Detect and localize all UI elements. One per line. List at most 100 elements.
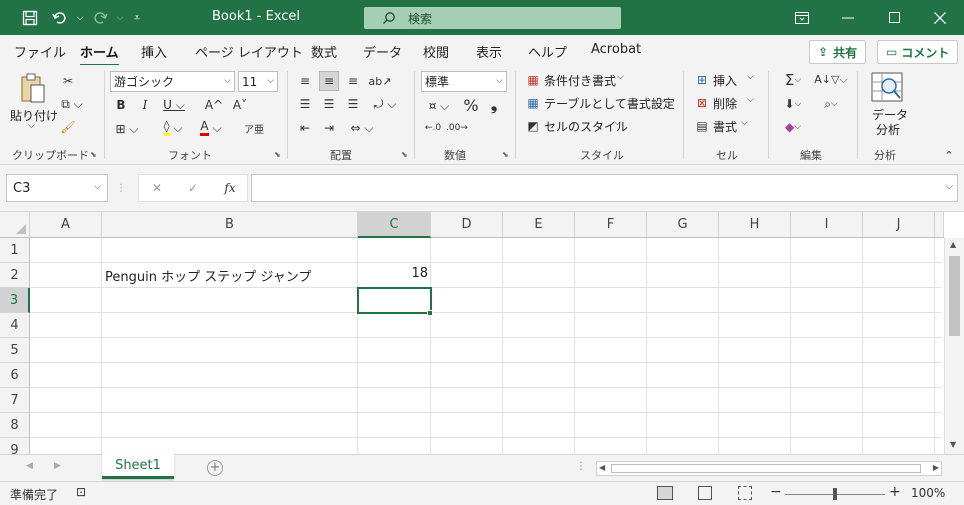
row-header-3[interactable]: 3 [0,288,30,313]
save-icon[interactable] [20,8,40,28]
alignment-launcher-icon[interactable]: ⬊ [401,150,408,159]
page-layout-view-icon[interactable] [698,486,712,500]
tab-data[interactable]: データ [363,42,402,61]
row-header-8[interactable]: 8 [0,413,30,438]
align-bottom-icon[interactable]: ≡ [344,72,362,90]
fill-handle[interactable] [427,310,433,316]
next-sheet-icon[interactable]: ▶ [54,461,61,471]
format-cells-icon[interactable]: ▤ [694,118,710,134]
chevron-down-icon[interactable]: ⌵ [660,95,667,105]
decrease-decimal-icon[interactable]: .00→ [446,119,468,137]
chevron-down-icon[interactable]: ⌵ [614,118,621,128]
formula-input[interactable]: ⌵ [251,174,958,202]
scroll-up-icon[interactable]: ▲ [950,240,956,249]
comments-button[interactable]: ▭ コメント [877,40,959,64]
bold-icon[interactable]: B [113,97,129,113]
row-header-1[interactable]: 1 [0,238,30,263]
zoom-level[interactable]: 100% [911,486,945,500]
name-box[interactable]: C3 ⌵ [6,174,108,202]
data-analysis-label-line2[interactable]: 分析 [876,121,900,138]
phonetic-guide-icon[interactable]: ア亜 [243,119,265,137]
data-analysis-icon[interactable] [870,71,904,103]
search-box[interactable]: 検索 [364,7,621,29]
row-header-7[interactable]: 7 [0,388,30,413]
minimize-icon[interactable] [825,0,871,35]
zoom-slider-thumb[interactable] [833,488,837,500]
normal-view-icon[interactable] [657,486,673,500]
sheet-tab-sheet1[interactable]: Sheet1 [102,454,174,479]
share-button[interactable]: ⇪ 共有 [809,40,867,64]
insert-cells-label[interactable]: 挿入 [713,72,737,89]
fill-icon[interactable]: ⬇ ⌵ [778,95,808,113]
tab-home[interactable]: ホーム [80,42,119,67]
cell-b2[interactable]: Penguin ホップ ステップ ジャンプ [105,266,311,285]
percent-style-icon[interactable]: % [461,95,481,115]
column-header-b[interactable]: B [102,212,358,238]
cut-icon[interactable]: ✂ [60,73,76,89]
align-middle-icon[interactable]: ≡ [319,71,339,91]
tab-review[interactable]: 校閲 [423,42,449,61]
tab-splitter-icon[interactable]: ⋮ [576,461,586,472]
tab-insert[interactable]: 挿入 [141,42,167,61]
conditional-formatting-icon[interactable]: ▦ [525,72,541,88]
undo-icon[interactable] [50,8,70,28]
chevron-down-icon[interactable]: ⌵ [617,72,624,82]
vertical-scroll-thumb[interactable] [949,256,960,336]
find-select-icon[interactable]: ⌕ ⌵ [815,95,847,113]
comma-style-icon[interactable]: ❟ [486,95,502,115]
clear-icon[interactable]: ◆ ⌵ [778,118,808,136]
merge-center-icon[interactable]: ⇔ ⌵ [344,119,380,137]
align-center-icon[interactable]: ☰ [320,95,338,113]
column-header-d[interactable]: D [431,212,503,238]
row-header-9[interactable]: 9 [0,438,30,454]
decrease-font-size-icon[interactable]: A˅ [231,97,249,113]
maximize-icon[interactable] [871,0,917,35]
row-header-6[interactable]: 6 [0,363,30,388]
insert-cells-icon[interactable]: ⊞ [694,72,710,88]
redo-icon[interactable] [90,8,110,28]
row-header-4[interactable]: 4 [0,313,30,338]
align-top-icon[interactable]: ≡ [296,72,314,90]
fill-color-icon[interactable]: ◊ ⌵ [157,119,189,137]
row-header-5[interactable]: 5 [0,338,30,363]
expand-formula-bar-icon[interactable]: ⌵ [945,181,953,192]
font-name-select[interactable]: 游ゴシック ⌵ [110,71,235,92]
format-cells-label[interactable]: 書式 [713,118,737,135]
autosum-icon[interactable]: Σ ⌵ [778,71,808,89]
column-header-h[interactable]: H [719,212,791,238]
column-header-a[interactable]: A [30,212,102,238]
tab-page-layout[interactable]: ページ レイアウト [195,42,303,61]
column-header-c[interactable]: C [358,212,431,238]
zoom-out-icon[interactable]: − [770,484,782,500]
customize-toolbar-icon[interactable]: ⩡ [127,8,147,28]
italic-icon[interactable]: I [137,97,153,113]
scroll-down-icon[interactable]: ▼ [950,440,956,449]
copy-icon[interactable]: ⧉ ⌵ [58,96,86,112]
active-cell-c3[interactable] [357,287,432,314]
cell-styles-icon[interactable]: ◩ [525,118,541,134]
accounting-format-icon[interactable]: ¤ ⌵ [422,97,456,115]
column-header-j[interactable]: J [863,212,935,238]
chevron-down-icon[interactable]: ⌵ [741,118,748,128]
delete-cells-icon[interactable]: ⊠ [694,95,710,111]
conditional-formatting-label[interactable]: 条件付き書式 [544,72,616,89]
ribbon-display-options-icon[interactable] [779,0,825,35]
clipboard-launcher-icon[interactable]: ⬊ [90,150,97,159]
underline-icon[interactable]: U ⌵ [160,97,188,113]
enter-icon[interactable]: ✓ [185,180,201,196]
tab-file[interactable]: ファイル [14,42,66,61]
increase-indent-icon[interactable]: ⇥ [320,119,338,137]
scroll-right-icon[interactable]: ▶ [933,463,939,472]
tab-formulas[interactable]: 数式 [311,42,337,61]
insert-function-icon[interactable]: fx [221,180,239,196]
macro-record-icon[interactable]: ⊡ [76,485,86,499]
close-icon[interactable] [917,0,963,35]
zoom-in-icon[interactable]: + [889,484,901,500]
page-break-view-icon[interactable] [738,486,752,500]
tab-view[interactable]: 表示 [476,42,502,61]
delete-cells-label[interactable]: 削除 [713,95,737,112]
paste-icon[interactable] [18,72,48,106]
format-as-table-label[interactable]: テーブルとして書式設定 [544,95,675,112]
column-header-f[interactable]: F [575,212,647,238]
decrease-indent-icon[interactable]: ⇤ [296,119,314,137]
